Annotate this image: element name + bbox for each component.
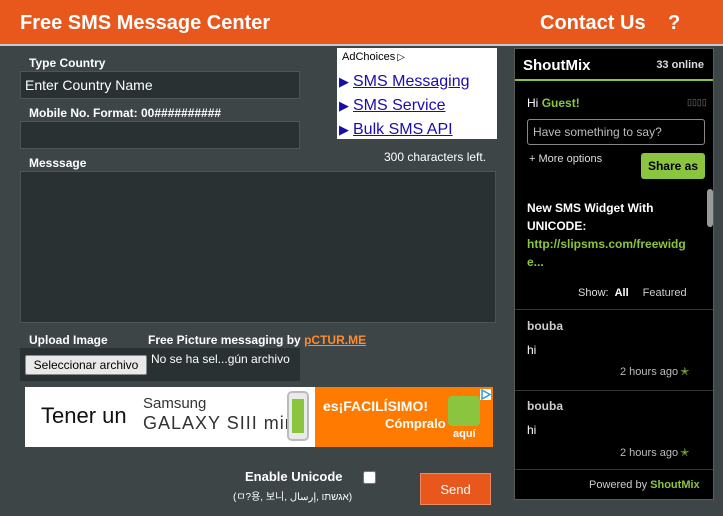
show-filter: Show: All Featured	[578, 287, 687, 299]
divider	[515, 390, 713, 391]
shoutmix-header: ShoutMix 33 online	[515, 49, 713, 81]
news-link[interactable]: http://slipsms.com/freewidge...	[527, 235, 702, 271]
characters-left: 300 characters left.	[384, 150, 487, 164]
file-status: No se ha sel...gún archivo	[151, 352, 290, 366]
star-icon[interactable]: ✭	[680, 447, 689, 459]
show-all-tab[interactable]: All	[615, 287, 629, 299]
banner-aqui: aquí	[453, 428, 476, 440]
choose-file-button[interactable]: Seleccionar archivo	[25, 355, 147, 375]
star-icon[interactable]: ✭	[680, 366, 689, 378]
message-textarea[interactable]	[20, 171, 496, 323]
header-bar: Free SMS Message Center Contact Us ?	[0, 0, 723, 46]
banner-ad[interactable]: Tener un Samsung GALAXY SIII mini es¡FAC…	[25, 387, 493, 447]
adchoices-icon: ▷	[397, 52, 405, 63]
message-text: hi	[527, 343, 537, 357]
divider	[515, 469, 713, 470]
shout-input[interactable]	[527, 119, 705, 145]
ad-link-bulk-sms-api[interactable]: ▶ Bulk SMS API	[339, 121, 453, 139]
banner-tagline: es¡FACILÍSIMO!	[323, 398, 429, 414]
message-user[interactable]: bouba	[527, 399, 563, 413]
resize-handle-icon: ▯▯▯▯	[687, 97, 707, 107]
play-arrow-icon: ▶	[339, 98, 349, 113]
country-label: Type Country	[29, 56, 106, 70]
more-options-link[interactable]: + More options	[529, 153, 602, 165]
page-title: Free SMS Message Center	[20, 12, 271, 34]
shopping-bag-icon	[448, 396, 480, 426]
show-featured-tab[interactable]: Featured	[643, 287, 687, 299]
message-time: 2 hours ago ✭	[620, 366, 690, 378]
play-arrow-icon: ▶	[339, 122, 349, 137]
banner-text: Tener un	[41, 403, 127, 428]
online-count: 33 online	[656, 59, 704, 71]
message-time: 2 hours ago ✭	[620, 447, 690, 459]
mobile-label: Mobile No. Format: 00##########	[29, 106, 222, 120]
banner-cta: Cómpralo	[385, 416, 446, 431]
share-as-button[interactable]: Share as	[641, 153, 705, 179]
country-input[interactable]	[20, 71, 300, 99]
news-message: New SMS Widget With UNICODE: http://slip…	[527, 199, 702, 271]
shoutmix-brand-link[interactable]: ShoutMix	[650, 479, 700, 491]
message-text: hi	[527, 423, 537, 437]
upload-label: Upload Image	[29, 333, 108, 347]
banner-model: GALAXY SIII mini	[143, 413, 301, 433]
divider	[515, 309, 713, 310]
ad-link-sms-messaging[interactable]: ▶ SMS Messaging	[339, 73, 470, 91]
unicode-label: Enable Unicode	[245, 469, 343, 484]
phone-image	[287, 391, 309, 441]
powered-by: Powered by ShoutMix	[589, 479, 700, 491]
picture-messaging-text: Free Picture messaging by pCTUR.ME	[148, 333, 367, 347]
contact-us-link[interactable]: Contact Us	[540, 12, 646, 35]
shoutmix-title: ShoutMix	[523, 57, 591, 74]
unicode-checkbox[interactable]	[363, 471, 376, 484]
upload-box: Seleccionar archivo No se ha sel...gún a…	[20, 348, 300, 381]
play-arrow-icon: ▶	[339, 74, 349, 89]
banner-brand: Samsung	[143, 395, 207, 412]
mobile-input[interactable]	[20, 121, 300, 149]
shoutmix-widget: ShoutMix 33 online Hi Guest! ▯▯▯▯ + More…	[514, 48, 714, 500]
send-button[interactable]: Send	[420, 473, 491, 505]
adchoices-label[interactable]: AdChoices ▷	[342, 51, 405, 63]
greeting: Hi Guest!	[527, 96, 580, 110]
shoutmix-scrollbar[interactable]	[707, 189, 713, 227]
pcturme-link[interactable]: pCTUR.ME	[304, 333, 366, 347]
message-label: Messsage	[29, 156, 87, 170]
unicode-sample: (ㅁ?용, 보니, אגשתו ,إرسال)	[233, 492, 353, 503]
adchoices-icon[interactable]	[480, 389, 491, 400]
message-user[interactable]: bouba	[527, 319, 563, 333]
ad-link-sms-service[interactable]: ▶ SMS Service	[339, 97, 445, 115]
ad-links-box: AdChoices ▷ ▶ SMS Messaging ▶ SMS Service ▶…	[337, 48, 497, 139]
help-link[interactable]: ?	[668, 12, 680, 35]
